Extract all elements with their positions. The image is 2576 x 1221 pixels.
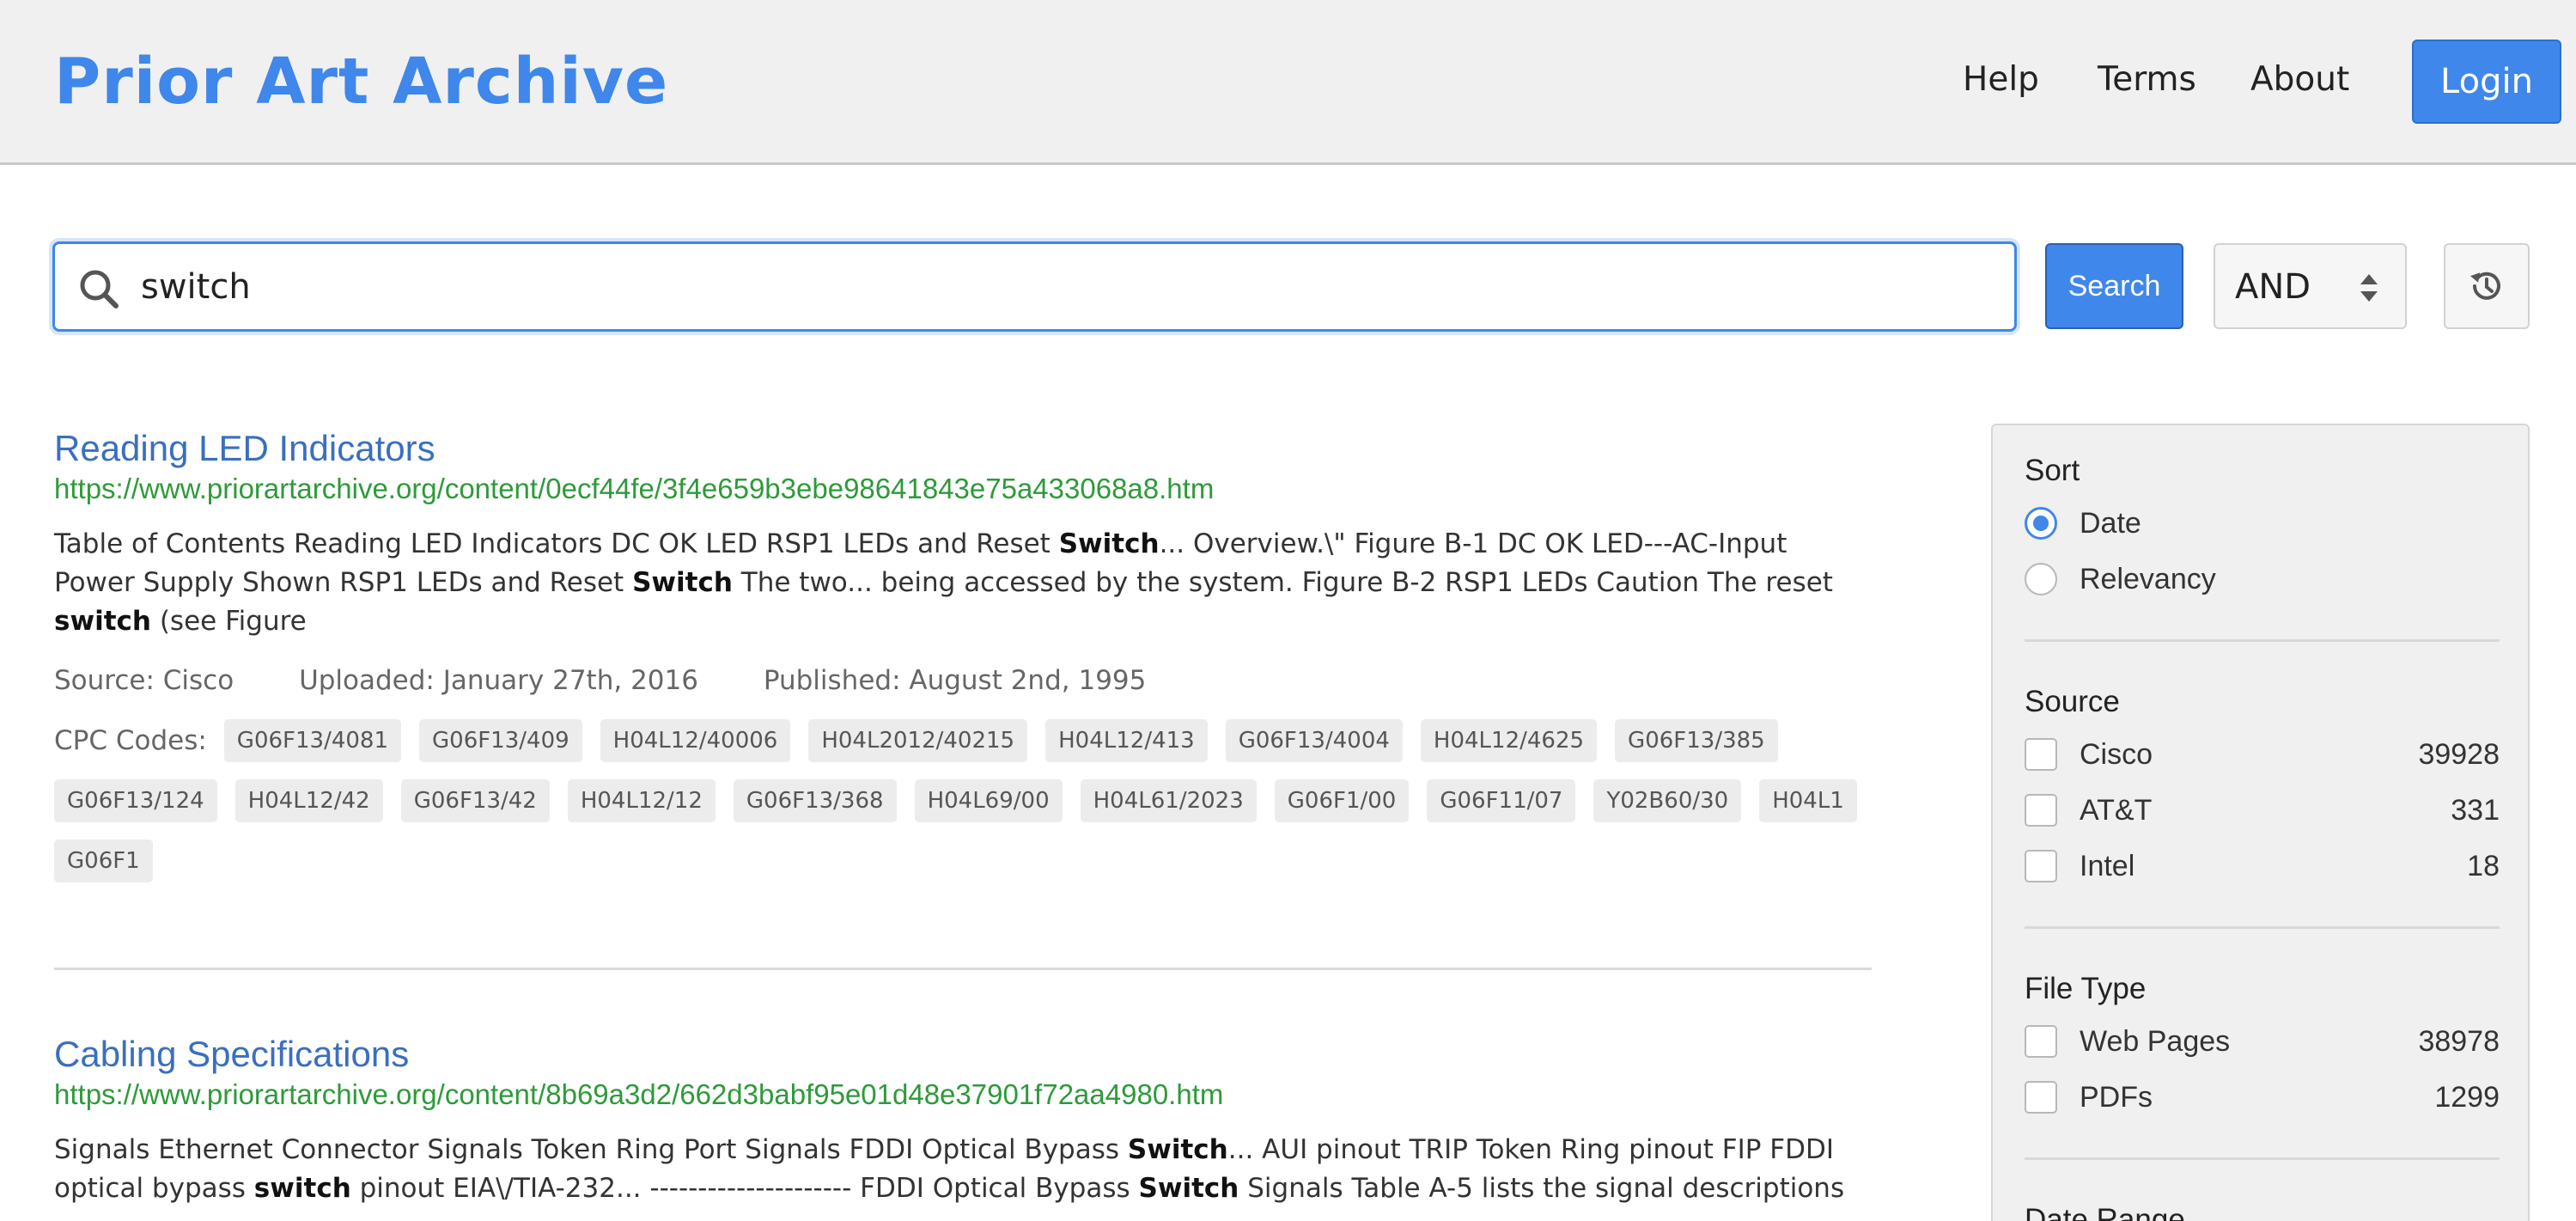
sort-relevancy-radio[interactable]: [2025, 563, 2057, 595]
cpc-code-chip[interactable]: H04L12/12: [567, 779, 716, 822]
cpc-code-chip[interactable]: G06F13/42: [400, 779, 550, 822]
cpc-code-chip[interactable]: H04L2012/40215: [808, 719, 1028, 762]
sort-heading: Sort: [2025, 454, 2080, 487]
sort-option-date[interactable]: Date: [2025, 503, 2500, 544]
filter-sidebar: Sort Date Relevancy Source Cisco 39928 A…: [1991, 424, 2530, 1221]
operator-value: AND: [2235, 267, 2311, 307]
login-button[interactable]: Login: [2412, 40, 2561, 124]
cpc-code-chip[interactable]: Y02B60/30: [1593, 779, 1742, 822]
cpc-code-chip[interactable]: G06F13/4081: [223, 719, 401, 762]
source-intel-checkbox[interactable]: [2025, 850, 2057, 882]
filetype-filter-pdfs[interactable]: PDFs 1299: [2025, 1077, 2500, 1118]
cpc-code-chip[interactable]: H04L12/40006: [600, 719, 791, 762]
filter-count: 38978: [2418, 1024, 2500, 1058]
search-history-button[interactable]: [2444, 243, 2530, 329]
source-filter-cisco[interactable]: Cisco 39928: [2025, 734, 2500, 775]
cpc-code-chip[interactable]: H04L1: [1759, 779, 1857, 822]
result-divider: [54, 968, 1872, 970]
filter-label: AT&T: [2080, 793, 2153, 827]
cpc-code-chip[interactable]: H04L12/413: [1045, 719, 1208, 762]
filter-count: 18: [2467, 849, 2500, 882]
filter-label: PDFs: [2080, 1080, 2153, 1114]
cpc-code-chip[interactable]: H04L12/4625: [1420, 719, 1598, 762]
result-url-link[interactable]: https://www.priorartarchive.org/content/…: [54, 1078, 1875, 1112]
result-meta: Source: Cisco Uploaded: January 27th, 20…: [54, 662, 1875, 700]
cpc-code-chip[interactable]: G06F11/07: [1427, 779, 1576, 822]
filter-count: 1299: [2434, 1080, 2500, 1114]
sort-date-radio[interactable]: [2025, 507, 2057, 540]
source-att-checkbox[interactable]: [2025, 794, 2057, 827]
search-box[interactable]: [52, 241, 2017, 332]
source-filter-intel[interactable]: Intel 18: [2025, 846, 2500, 887]
result-source: Source: Cisco: [54, 665, 234, 696]
source-filter-att[interactable]: AT&T 331: [2025, 790, 2500, 831]
filter-label: Web Pages: [2080, 1024, 2231, 1058]
date-range-heading: Date Range: [2025, 1203, 2185, 1221]
top-header: Prior Art Archive Help Terms About Login: [0, 0, 2576, 165]
nav-about-link[interactable]: About: [2250, 60, 2349, 99]
cpc-code-chip[interactable]: G06F1: [54, 839, 153, 882]
up-down-arrows-icon: [2360, 274, 2378, 302]
result-snippet: Signals Ethernet Connector Signals Token…: [54, 1134, 1845, 1204]
result-url-link[interactable]: https://www.priorartarchive.org/content/…: [54, 472, 1875, 506]
result-uploaded-date: Uploaded: January 27th, 2016: [299, 665, 698, 696]
filetype-web-pages-checkbox[interactable]: [2025, 1025, 2057, 1058]
search-result: Cabling Specifications https://www.prior…: [54, 1033, 1875, 1208]
cpc-code-chip[interactable]: G06F13/124: [54, 779, 217, 822]
cpc-code-chip[interactable]: H04L12/42: [234, 779, 383, 822]
cpc-codes-label: CPC Codes:: [54, 725, 207, 756]
nav-terms-link[interactable]: Terms: [2098, 60, 2196, 99]
cpc-code-chip[interactable]: G06F13/409: [419, 719, 582, 762]
sort-option-label: Relevancy: [2080, 562, 2216, 595]
result-snippet: Table of Contents Reading LED Indicators…: [54, 528, 1833, 637]
cpc-code-chip[interactable]: H04L69/00: [914, 779, 1063, 822]
sort-option-relevancy[interactable]: Relevancy: [2025, 559, 2500, 600]
source-cisco-checkbox[interactable]: [2025, 738, 2057, 771]
nav-help-link[interactable]: Help: [1963, 60, 2039, 99]
filetype-filter-web-pages[interactable]: Web Pages 38978: [2025, 1021, 2500, 1062]
filter-count: 39928: [2418, 737, 2500, 771]
cpc-code-chip[interactable]: H04L61/2023: [1080, 779, 1257, 822]
cpc-code-chip[interactable]: G06F13/385: [1615, 719, 1778, 762]
search-icon: [80, 270, 119, 308]
sidebar-divider: [2025, 926, 2500, 929]
result-title-link[interactable]: Reading LED Indicators: [54, 427, 1875, 470]
result-published-date: Published: August 2nd, 1995: [763, 665, 1147, 696]
sidebar-divider: [2025, 1157, 2500, 1160]
brand-logo[interactable]: Prior Art Archive: [54, 45, 668, 119]
cpc-code-chip[interactable]: G06F1/00: [1274, 779, 1410, 822]
search-result: Reading LED Indicators https://www.prior…: [54, 427, 1875, 900]
search-button[interactable]: Search: [2045, 243, 2183, 329]
filter-label: Cisco: [2080, 737, 2153, 771]
source-heading: Source: [2025, 685, 2120, 718]
cpc-code-chip[interactable]: G06F13/4004: [1225, 719, 1403, 762]
filetype-pdfs-checkbox[interactable]: [2025, 1081, 2057, 1114]
boolean-operator-select[interactable]: AND: [2214, 243, 2407, 329]
sort-option-label: Date: [2080, 506, 2141, 540]
sidebar-divider: [2025, 639, 2500, 642]
search-input[interactable]: [141, 256, 1988, 318]
result-title-link[interactable]: Cabling Specifications: [54, 1033, 1875, 1076]
filter-count: 331: [2451, 793, 2500, 827]
cpc-code-list: CPC Codes: G06F13/4081 G06F13/409 H04L12/4…: [54, 719, 1875, 900]
file-type-heading: File Type: [2025, 972, 2147, 1005]
cpc-code-chip[interactable]: G06F13/368: [733, 779, 897, 822]
history-icon: [2469, 272, 2500, 300]
filter-label: Intel: [2080, 849, 2135, 882]
